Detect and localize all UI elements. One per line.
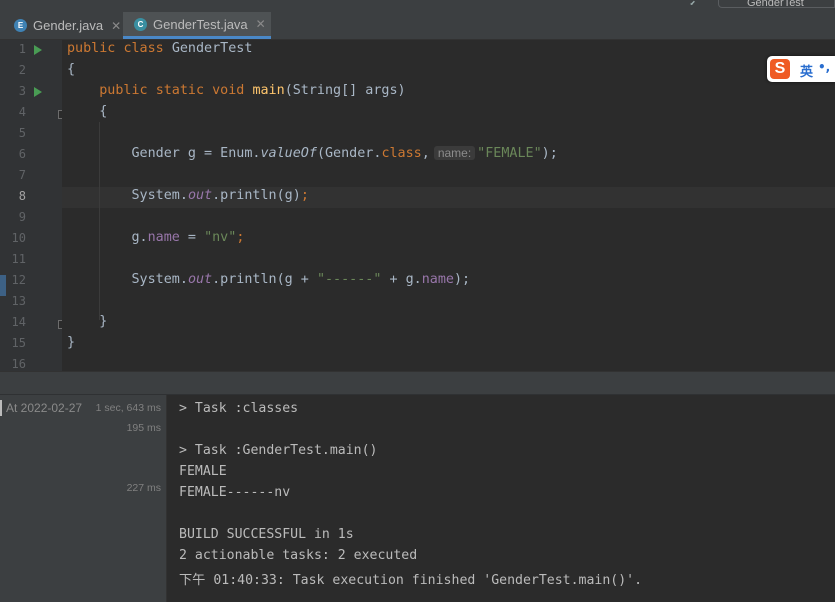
console-line: BUILD SUCCESSFUL in 1s xyxy=(179,527,354,542)
code-editor[interactable]: public class GenderTest { public static … xyxy=(62,40,835,371)
console-line: FEMALE------nv xyxy=(179,485,291,500)
console-line: > Task :classes xyxy=(179,401,299,416)
line-number-current: 8 xyxy=(18,189,26,203)
code-line-4: { xyxy=(99,104,108,119)
line-number: 4 xyxy=(18,105,26,119)
tab-label: GenderTest.java xyxy=(153,16,248,32)
code-line-2: { xyxy=(67,62,76,77)
line-number: 2 xyxy=(18,63,26,77)
tab-label: Gender.java xyxy=(33,18,104,33)
run-total-time: 1 sec, 643 ms xyxy=(95,402,161,414)
input-method-indicator[interactable]: S 英 •, xyxy=(767,56,835,82)
line-number: 10 xyxy=(11,231,26,245)
run-main-icon[interactable] xyxy=(34,87,42,97)
close-icon[interactable]: ✕ xyxy=(111,19,121,33)
line-number: 1 xyxy=(18,42,26,56)
enum-icon: E xyxy=(14,19,27,32)
ime-punctuation: •, xyxy=(818,60,831,74)
toolbar-arrow-icon[interactable]: ⬋ xyxy=(690,0,696,9)
line-number: 9 xyxy=(18,210,26,224)
editor-tab-bar: E Gender.java ✕ C GenderTest.java ✕ xyxy=(0,12,835,40)
console-line: FEMALE xyxy=(179,464,227,479)
task-time: 195 ms xyxy=(126,422,161,434)
line-number: 7 xyxy=(18,168,26,182)
line-number: 15 xyxy=(11,336,26,350)
close-icon[interactable]: ✕ xyxy=(256,17,266,31)
run-config-selector[interactable]: GenderTest xyxy=(718,0,835,8)
selection-marker xyxy=(0,400,2,416)
class-icon: C xyxy=(134,17,147,31)
parameter-hint: name: xyxy=(433,146,476,160)
run-class-icon[interactable] xyxy=(34,45,42,55)
code-line-12: System.out.println(g + "------" + g.name… xyxy=(131,272,471,287)
tab-gendertest-java[interactable]: C GenderTest.java ✕ xyxy=(123,12,271,39)
code-line-10: g.name = "nv"; xyxy=(131,230,245,245)
console-line: 2 actionable tasks: 2 executed xyxy=(179,548,418,563)
line-number: 5 xyxy=(18,126,26,140)
line-number: 11 xyxy=(11,252,26,266)
code-line-15: } xyxy=(67,335,76,350)
run-console[interactable]: > Task :classes > Task :GenderTest.main(… xyxy=(167,395,835,602)
console-line: 下午 01:40:33: Task execution finished 'Ge… xyxy=(179,573,643,588)
line-number: 13 xyxy=(11,294,26,308)
run-date[interactable]: At 2022-02-27 xyxy=(6,401,82,415)
code-line-6: Gender g = Enum.valueOf(Gender.class, nam… xyxy=(131,146,558,161)
code-line-8: System.out.println(g); xyxy=(131,188,309,203)
line-number: 3 xyxy=(18,84,26,98)
ime-language: 英 xyxy=(800,65,814,80)
line-number: 6 xyxy=(18,147,26,161)
task-time: 227 ms xyxy=(126,482,161,494)
code-line-1: public class GenderTest xyxy=(67,41,253,56)
code-line-3: public static void main(String[] args) xyxy=(99,83,406,98)
tab-gender-java[interactable]: E Gender.java ✕ xyxy=(0,12,122,39)
code-line-14: } xyxy=(99,314,108,329)
tool-window-splitter[interactable] xyxy=(0,371,835,395)
line-number-gutter: 1 2 3 4 5 6 7 8 9 10 11 12 13 14 15 16 xyxy=(0,40,67,371)
console-line: > Task :GenderTest.main() xyxy=(179,443,378,458)
gutter-marker xyxy=(0,275,6,296)
sogou-logo-icon: S xyxy=(770,59,790,79)
line-number: 16 xyxy=(11,357,26,371)
top-toolbar: ⬋ GenderTest xyxy=(0,0,835,12)
line-number: 14 xyxy=(11,315,26,329)
run-tree-panel: At 2022-02-27 1 sec, 643 ms 195 ms 227 m… xyxy=(0,395,167,602)
